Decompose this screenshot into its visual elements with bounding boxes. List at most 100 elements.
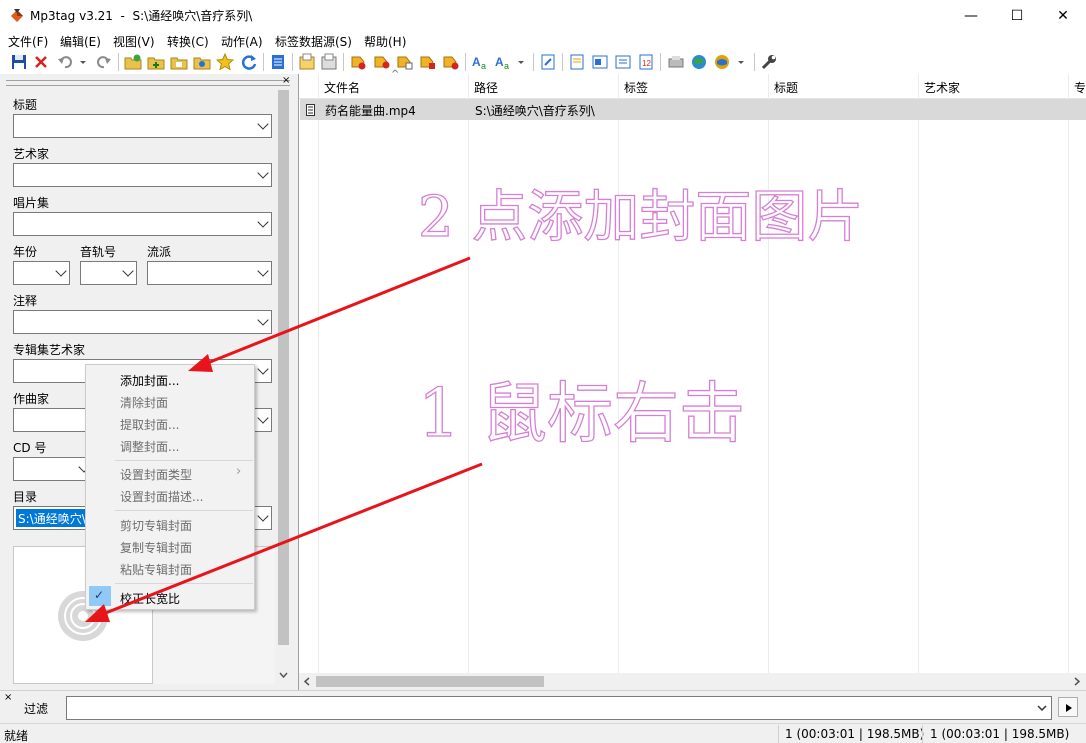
cover-context-menu: 添加封面... 清除封面 提取封面... 调整封面... 设置封面类型 › 设置… — [85, 364, 255, 610]
menu-bar: 文件(F) 编辑(E) 视图(V) 转换(C) 动作(A) 标签数据源(S) 帮… — [0, 31, 1086, 50]
tag-panel-icon[interactable] — [269, 53, 287, 71]
menu-set-cover-type[interactable]: 设置封面类型 — [120, 466, 192, 483]
maximize-button[interactable]: ☐ — [994, 0, 1040, 31]
undo-icon[interactable] — [56, 53, 74, 71]
web-source-icon[interactable] — [667, 53, 685, 71]
chevron-down-icon — [257, 412, 269, 424]
artist-combo[interactable] — [13, 163, 272, 187]
open-folder-icon[interactable] — [170, 53, 188, 71]
minimize-button[interactable]: — — [948, 0, 994, 31]
file-list-hscroll-thumb[interactable] — [316, 676, 544, 687]
tag-panel-scroll-thumb[interactable] — [278, 90, 289, 645]
numbering-icon[interactable]: 12 — [637, 53, 655, 71]
menu-add-cover[interactable]: 添加封面... — [120, 372, 179, 389]
track-combo[interactable] — [80, 261, 137, 285]
status-selected: 1 (00:03:01 | 198.5MB) — [785, 727, 925, 741]
paste-tag-icon[interactable] — [320, 53, 338, 71]
export-icon[interactable] — [539, 53, 557, 71]
case-dropdown-icon[interactable] — [516, 53, 526, 71]
col-more[interactable]: 专 — [1074, 79, 1086, 96]
tag-to-filename-icon[interactable] — [350, 53, 368, 71]
status-total: 1 (00:03:01 | 198.5MB) — [930, 727, 1070, 741]
chevron-down-icon — [122, 265, 134, 277]
app-logo-icon — [11, 9, 23, 22]
toolbar: Aa Aa 12 — [0, 50, 1086, 74]
save-icon[interactable] — [10, 53, 28, 71]
year-label: 年份 — [13, 245, 38, 259]
favorite-star-icon[interactable] — [216, 53, 234, 71]
menu-paste-cover[interactable]: 粘贴专辑封面 — [120, 561, 192, 578]
web-source-dropdown-icon[interactable] — [736, 53, 746, 71]
options-wrench-icon[interactable] — [760, 53, 778, 71]
menu-copy-cover[interactable]: 复制专辑封面 — [120, 539, 192, 556]
col-tag[interactable]: 标签 — [624, 79, 648, 96]
favorites-folder-icon[interactable] — [193, 53, 211, 71]
maximize-icon: ☐ — [1010, 7, 1024, 24]
menu-action[interactable]: 动作(A) — [221, 33, 263, 50]
menu-cut-cover[interactable]: 剪切专辑封面 — [120, 517, 192, 534]
tag-to-text-icon[interactable] — [419, 53, 437, 71]
tag-editor-icon[interactable] — [591, 53, 609, 71]
autonumber-icon[interactable]: Aa — [471, 53, 489, 71]
col-path[interactable]: 路径 — [474, 79, 498, 96]
chevron-down-icon — [257, 363, 269, 375]
change-directory-icon[interactable] — [124, 53, 142, 71]
filter-input[interactable] — [66, 696, 1052, 720]
menu-remove-cover[interactable]: 清除封面 — [120, 394, 168, 411]
menu-edit[interactable]: 编辑(E) — [60, 33, 101, 50]
year-combo[interactable] — [13, 261, 70, 285]
col-artist[interactable]: 艺术家 — [924, 79, 960, 96]
copy-tag-icon[interactable] — [298, 53, 316, 71]
svg-text:a: a — [504, 61, 509, 71]
tag-panel-caption-bar[interactable] — [6, 80, 290, 86]
album-combo[interactable] — [13, 212, 272, 236]
col-title[interactable]: 标题 — [774, 79, 798, 96]
extended-tags-icon[interactable] — [614, 53, 632, 71]
menu-view[interactable]: 视图(V) — [113, 33, 155, 50]
refresh-icon[interactable] — [240, 53, 258, 71]
menu-tag-sources[interactable]: 标签数据源(S) — [275, 33, 352, 50]
close-button[interactable]: ✕ — [1040, 0, 1086, 31]
web-source-2-icon[interactable] — [690, 53, 708, 71]
delete-icon[interactable] — [32, 53, 50, 71]
comment-label: 注释 — [13, 294, 38, 308]
table-row[interactable]: 药名能量曲.mp4 S:\通经唤穴\音疗系列\ — [300, 99, 1086, 120]
directory-value[interactable]: S:\通经唤穴\ — [16, 509, 88, 527]
playlist-icon[interactable] — [568, 53, 586, 71]
toolbar-separator — [343, 53, 344, 71]
web-source-3-icon[interactable] — [713, 53, 731, 71]
status-divider — [922, 725, 923, 743]
filter-close-icon[interactable]: × — [4, 692, 12, 703]
col-filename[interactable]: 文件名 — [324, 79, 360, 96]
add-directory-icon[interactable] — [147, 53, 165, 71]
comment-combo[interactable] — [13, 310, 272, 334]
menu-convert[interactable]: 转换(C) — [167, 33, 209, 50]
mp3tag-window: Mp3tag v3.21 - S:\通经唤穴\音疗系列\ — ☐ ✕ 文件(F)… — [0, 0, 1086, 743]
genre-combo[interactable] — [147, 261, 272, 285]
chevron-down-icon — [257, 265, 269, 277]
filter-go-button[interactable] — [1058, 697, 1078, 717]
redo-icon[interactable] — [95, 53, 113, 71]
scroll-right-icon[interactable] — [1072, 676, 1082, 687]
scroll-left-icon[interactable] — [302, 676, 312, 687]
menu-file[interactable]: 文件(F) — [8, 33, 48, 50]
title-combo[interactable] — [13, 114, 272, 138]
disc-combo[interactable] — [13, 457, 93, 481]
menu-correct-aspect-ratio[interactable]: 校正长宽比 — [120, 590, 180, 607]
tag-to-tag-icon[interactable] — [442, 53, 460, 71]
tag-panel-close-icon[interactable]: × — [282, 75, 290, 86]
scroll-down-icon[interactable] — [278, 670, 289, 680]
undo-dropdown-icon[interactable] — [78, 53, 88, 71]
menu-extract-cover[interactable]: 提取封面... — [120, 416, 179, 433]
track-label: 音轨号 — [80, 245, 117, 259]
filename-to-tag-icon[interactable] — [373, 53, 391, 71]
status-bar: 就绪 1 (00:03:01 | 198.5MB) 1 (00:03:01 | … — [0, 723, 1086, 743]
directory-label: 目录 — [13, 490, 38, 504]
case-convert-icon[interactable]: Aa — [494, 53, 512, 71]
chevron-down-icon — [257, 167, 269, 179]
menu-set-cover-description[interactable]: 设置封面描述... — [120, 488, 203, 505]
menu-help[interactable]: 帮助(H) — [364, 33, 406, 50]
menu-adjust-cover[interactable]: 调整封面... — [120, 438, 179, 455]
toolbar-separator — [754, 53, 755, 71]
toolbar-separator — [292, 53, 293, 71]
